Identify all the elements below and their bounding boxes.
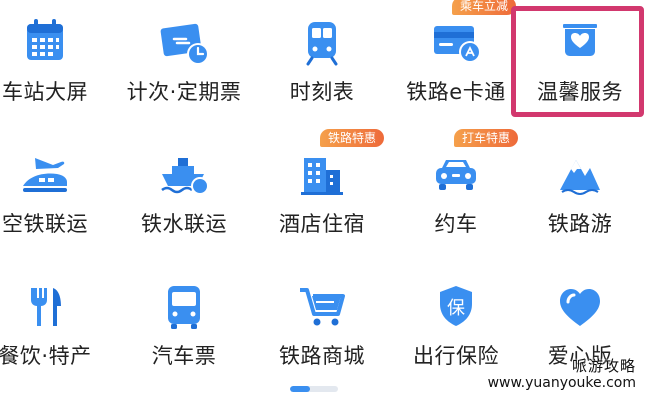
cart-icon (290, 274, 354, 338)
ship-train-icon (152, 142, 216, 206)
svg-text:保: 保 (447, 298, 465, 319)
train-icon (290, 10, 354, 74)
service-label: 铁路e卡通 (406, 80, 506, 104)
service-food[interactable]: 餐饮·特产 (0, 264, 110, 384)
page-indicator (290, 386, 338, 392)
plane-train-icon (13, 142, 77, 206)
railway-card-icon (424, 10, 488, 74)
service-rail-mall[interactable]: 铁路商城 (257, 264, 387, 384)
service-label: 温馨服务 (537, 80, 623, 104)
service-rail-tour[interactable]: 铁路游 (515, 132, 645, 252)
service-label: 铁路游 (547, 212, 613, 236)
ticket-clock-icon (152, 10, 216, 74)
service-label: 酒店住宿 (279, 212, 365, 236)
service-label: 餐饮·特产 (0, 344, 92, 368)
service-hotel[interactable]: 铁路特惠 酒店住宿 (257, 129, 387, 252)
bus-icon (152, 274, 216, 338)
calendar-icon (13, 10, 77, 74)
service-warm-service[interactable]: 温馨服务 (515, 0, 645, 120)
watermark-url: www.yuanyouke.com (487, 375, 636, 391)
service-rail-water[interactable]: 铁水联运 (119, 132, 249, 252)
service-label: 汽车票 (151, 344, 217, 368)
fork-knife-icon (13, 274, 77, 338)
service-grid: 车站大屏 计次·定期票 时刻表 乘车立减 铁路e卡通 温馨服务 空铁联运 铁水联… (0, 0, 650, 394)
service-label: 时刻表 (289, 80, 355, 104)
service-pass-ticket[interactable]: 计次·定期票 (119, 0, 249, 120)
service-label: 空铁联运 (2, 212, 88, 236)
page-indicator-active (290, 386, 310, 392)
car-icon (424, 142, 488, 206)
watermark-title: 哌游攻略 (571, 357, 636, 375)
service-label: 计次·定期票 (126, 80, 242, 104)
service-station-screen[interactable]: 车站大屏 (0, 0, 110, 120)
hotel-icon (290, 142, 354, 206)
service-ride-hailing[interactable]: 打车特惠 约车 (391, 129, 521, 252)
service-bus-ticket[interactable]: 汽车票 (119, 264, 249, 384)
shield-bao-icon: 保 (424, 274, 488, 338)
service-timetable[interactable]: 时刻表 (257, 0, 387, 120)
service-label: 车站大屏 (2, 80, 88, 104)
service-air-rail[interactable]: 空铁联运 (0, 132, 110, 252)
mountain-icon (548, 142, 612, 206)
heart-box-icon (548, 10, 612, 74)
service-label: 铁水联运 (141, 212, 227, 236)
watermark: 哌游攻略 www.yuanyouke.com (488, 358, 636, 392)
service-railway-card[interactable]: 乘车立减 铁路e卡通 (391, 0, 521, 120)
service-label: 铁路商城 (279, 344, 365, 368)
heart-icon (548, 274, 612, 338)
service-label: 约车 (434, 212, 478, 236)
